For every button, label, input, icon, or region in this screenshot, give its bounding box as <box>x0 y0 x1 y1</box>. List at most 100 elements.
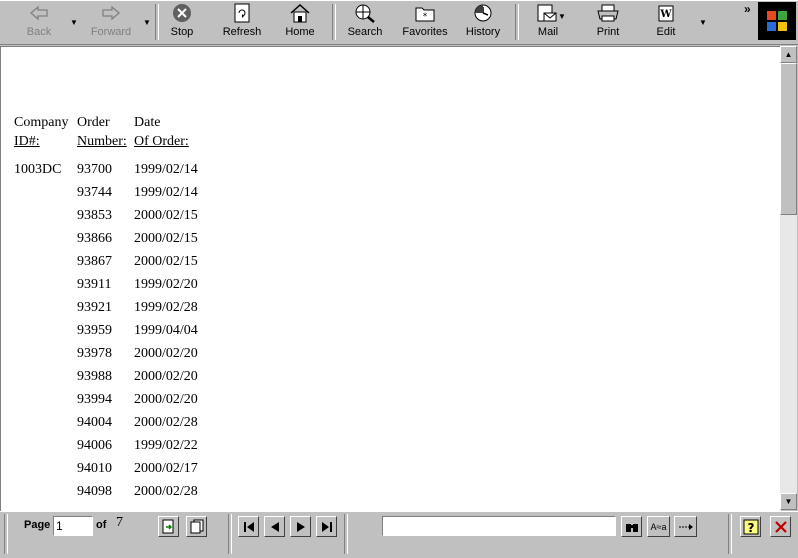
row-date-cell: 1999/02/14 <box>134 162 198 177</box>
toolbar-overflow-chevron[interactable]: » <box>744 2 751 16</box>
mail-label: Mail <box>537 26 559 38</box>
row-date-cell: 2000/02/20 <box>134 346 198 361</box>
page-label: Page <box>24 519 51 531</box>
search-label: Search <box>347 26 383 38</box>
row-date-cell: 2000/02/17 <box>134 461 198 476</box>
last-page-button[interactable] <box>316 516 337 537</box>
match-case-icon: A≈a <box>650 521 667 532</box>
favorites-button[interactable]: * Favorites <box>400 2 450 42</box>
favorites-folder-icon: * <box>414 2 436 24</box>
report-content: Company ID#: Order Number: Date Of Order… <box>0 46 781 511</box>
row-date-cell: 2000/02/15 <box>134 231 198 246</box>
edit-dropdown-icon[interactable]: ▼ <box>699 18 707 27</box>
first-page-icon <box>243 521 254 532</box>
bar-divider <box>4 514 8 554</box>
home-button[interactable]: Home <box>280 2 320 42</box>
binoculars-icon <box>625 523 638 532</box>
row-order-cell: 93994 <box>77 392 112 407</box>
edit-button[interactable]: W Edit <box>646 2 686 42</box>
match-case-button[interactable]: A≈a <box>647 516 670 537</box>
stop-button[interactable]: Stop <box>162 2 202 42</box>
svg-text:?: ? <box>747 521 754 535</box>
favorites-label: Favorites <box>402 26 448 38</box>
print-report-button[interactable] <box>186 516 207 537</box>
find-button[interactable] <box>621 516 642 537</box>
back-label: Back <box>26 26 52 38</box>
header-company-line2: ID#: <box>14 134 40 149</box>
back-dropdown-icon[interactable]: ▼ <box>70 18 78 27</box>
row-order-cell: 93853 <box>77 208 112 223</box>
row-order-cell: 93921 <box>77 300 112 315</box>
previous-page-icon <box>270 521 279 532</box>
row-date-cell: 1999/04/04 <box>134 323 198 338</box>
windows-logo-icon <box>758 2 796 40</box>
header-date-line1: Date <box>134 115 161 130</box>
row-order-cell: 94006 <box>77 438 112 453</box>
mail-button[interactable]: Mail <box>528 2 568 42</box>
total-pages-value: 7 <box>116 515 123 530</box>
find-next-button[interactable] <box>674 516 697 537</box>
row-order-cell: 94098 <box>77 484 112 499</box>
find-text-input[interactable] <box>382 516 616 536</box>
toolbar-divider <box>515 4 519 40</box>
print-label: Print <box>596 26 620 38</box>
back-button[interactable]: Back <box>16 2 62 42</box>
row-order-cell: 93867 <box>77 254 112 269</box>
stop-label: Stop <box>170 26 194 38</box>
header-order-line1: Order <box>77 115 110 130</box>
copy-pages-icon <box>190 519 203 534</box>
report-viewer-bar: Page of 7 A≈a ? <box>0 511 798 558</box>
home-label: Home <box>285 26 315 38</box>
help-button[interactable]: ? <box>740 516 761 537</box>
scroll-thumb[interactable] <box>780 63 797 215</box>
export-button[interactable] <box>158 516 179 537</box>
row-order-cell: 94004 <box>77 415 112 430</box>
next-page-button[interactable] <box>290 516 311 537</box>
scroll-up-button[interactable]: ▲ <box>780 46 797 63</box>
of-label: of <box>96 519 107 531</box>
refresh-icon <box>233 2 251 24</box>
row-order-cell: 93988 <box>77 369 112 384</box>
row-date-cell: 2000/02/28 <box>134 484 198 499</box>
row-order-cell: 93744 <box>77 185 112 200</box>
page-number-input[interactable] <box>53 516 93 536</box>
previous-page-button[interactable] <box>264 516 285 537</box>
print-button[interactable]: Print <box>588 2 628 42</box>
export-page-icon <box>162 519 173 534</box>
header-order-line2: Number: <box>77 134 127 149</box>
forward-dropdown-icon[interactable]: ▼ <box>143 18 151 27</box>
row-date-cell: 2000/02/28 <box>134 415 198 430</box>
row-date-cell: 1999/02/22 <box>134 438 198 453</box>
stop-icon <box>172 2 192 24</box>
row-order-cell: 93866 <box>77 231 112 246</box>
forward-button[interactable]: Forward <box>86 2 136 42</box>
toolbar-divider <box>332 4 336 40</box>
row-order-cell: 94010 <box>77 461 112 476</box>
header-company-line1: Company <box>14 115 69 130</box>
help-icon: ? <box>743 519 758 535</box>
refresh-button[interactable]: Refresh <box>218 2 266 42</box>
mail-dropdown-icon[interactable]: ▼ <box>558 12 566 21</box>
bar-divider <box>344 514 348 554</box>
mail-icon <box>536 2 560 24</box>
row-order-cell: 93700 <box>77 162 112 177</box>
scroll-down-button[interactable]: ▼ <box>780 493 797 510</box>
next-page-icon <box>296 521 305 532</box>
row-date-cell: 2000/02/20 <box>134 392 198 407</box>
history-icon <box>472 2 494 24</box>
toolbar-divider <box>155 4 159 40</box>
history-button[interactable]: History <box>462 2 504 42</box>
search-button[interactable]: Search <box>342 2 388 42</box>
vertical-scrollbar[interactable]: ▲ ▼ <box>780 46 797 510</box>
home-icon <box>289 2 311 24</box>
row-date-cell: 1999/02/28 <box>134 300 198 315</box>
row-company-cell: 1003DC <box>14 162 62 177</box>
forward-arrow-icon <box>101 2 121 24</box>
edit-document-icon: W <box>656 2 676 24</box>
row-date-cell: 2000/02/15 <box>134 208 198 223</box>
back-arrow-icon <box>29 2 49 24</box>
first-page-button[interactable] <box>238 516 259 537</box>
row-order-cell: 93911 <box>77 277 112 292</box>
refresh-label: Refresh <box>222 26 262 38</box>
close-report-button[interactable] <box>770 516 791 537</box>
